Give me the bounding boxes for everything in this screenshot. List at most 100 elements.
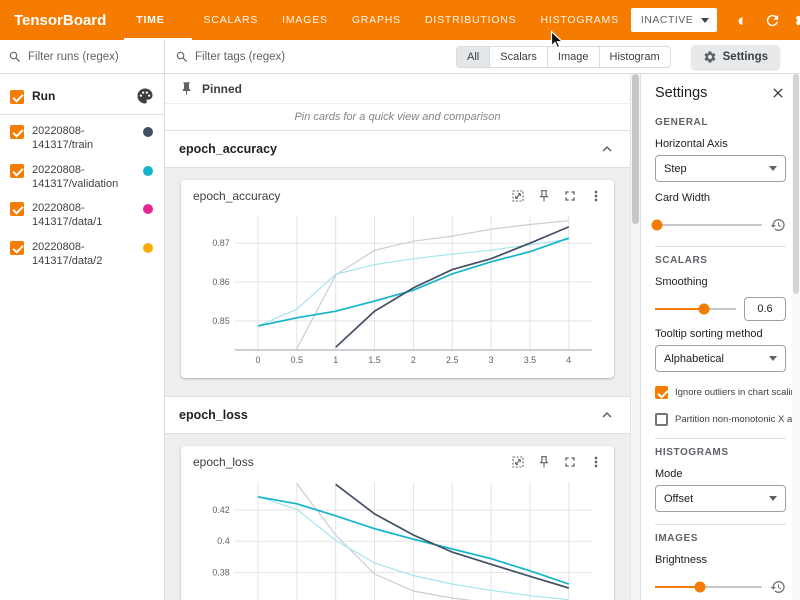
horizontal-axis-label: Horizontal Axis [655,138,786,150]
run-checkbox[interactable] [10,125,24,139]
ignore-outliers-row: Ignore outliers in chart scaling [655,385,786,399]
main-scrollbar[interactable] [630,74,640,600]
app-logo[interactable]: TensorBoard [0,12,124,29]
section-body-epoch-loss: epoch_loss 00.511.522.533.540.360.380.40… [165,434,630,600]
chevron-down-icon [769,356,777,361]
slider-thumb[interactable] [698,304,709,315]
tab-graphs[interactable]: GRAPHS [340,0,413,40]
reset-icon[interactable] [770,217,786,233]
histogram-mode-select[interactable]: Offset [655,485,786,512]
tooltip-sorting-label: Tooltip sorting method [655,328,786,340]
run-checkbox[interactable] [10,241,24,255]
filter-scalars-button[interactable]: Scalars [489,46,548,68]
run-label: 20220808-141317/train [32,124,134,153]
status-dropdown[interactable]: INACTIVE [631,8,717,32]
ignore-outliers-checkbox[interactable] [655,386,668,399]
fullscreen-icon[interactable] [562,188,578,204]
fit-domain-icon[interactable] [510,454,526,470]
tab-scalars[interactable]: SCALARS [192,0,271,40]
svg-text:3.5: 3.5 [524,355,536,365]
run-label: 20220808-141317/data/2 [32,240,134,269]
smoothing-slider[interactable] [655,308,736,310]
tooltip-sorting-select[interactable]: Alphabetical [655,345,786,372]
settings-panel: Settings GENERAL Horizontal Axis Step Ca… [640,74,800,600]
smoothing-value-input[interactable] [744,297,786,321]
gear-icon[interactable] [789,7,800,33]
refresh-icon[interactable] [759,7,785,33]
cards-area: Pinned Pin cards for a quick view and co… [165,74,630,600]
gear-icon [703,50,717,64]
run-label: 20220808-141317/data/1 [32,201,134,230]
chevron-down-icon [701,18,709,23]
filter-tags-input[interactable] [195,51,442,63]
card-width-control [655,216,786,234]
run-row-train[interactable]: 20220808-141317/train [0,119,164,158]
card-actions [510,454,604,470]
run-checkbox[interactable] [10,202,24,216]
chevron-up-icon[interactable] [598,406,616,424]
settings-title: Settings [655,85,707,101]
card-width-slider[interactable] [655,224,762,226]
images-section-label: IMAGES [655,533,786,544]
scrollbar-thumb[interactable] [632,74,639,224]
chart-card-epoch-loss: epoch_loss 00.511.522.533.540.360.380.40… [181,446,614,600]
pin-icon [179,81,194,96]
svg-text:3: 3 [489,355,494,365]
run-row-validation[interactable]: 20220808-141317/validation [0,158,164,197]
search-icon [8,50,22,64]
fullscreen-icon[interactable] [562,454,578,470]
close-icon[interactable] [770,85,786,101]
card-title: epoch_loss [193,455,510,469]
run-color-dot [142,126,154,138]
theme-toggle-icon[interactable]: ◐ [729,7,755,33]
pin-icon[interactable] [536,188,552,204]
slider-thumb[interactable] [694,582,705,593]
brightness-slider[interactable] [655,586,762,588]
chevron-up-icon[interactable] [598,140,616,158]
epoch-accuracy-chart[interactable]: 00.511.522.533.540.850.860.87 [189,210,606,370]
section-header-epoch-loss[interactable]: epoch_loss [165,397,630,434]
pin-icon[interactable] [536,454,552,470]
settings-scrollbar[interactable] [792,74,800,600]
run-color-dot [142,165,154,177]
more-vert-icon[interactable] [588,188,604,204]
svg-text:2: 2 [411,355,416,365]
run-row-data-2[interactable]: 20220808-141317/data/2 [0,235,164,274]
filter-all-button[interactable]: All [456,46,490,68]
settings-button[interactable]: Settings [691,45,780,69]
fit-domain-icon[interactable] [510,188,526,204]
pinned-title: Pinned [202,82,242,96]
slider-thumb[interactable] [652,220,663,231]
tab-images[interactable]: IMAGES [270,0,340,40]
svg-text:1: 1 [333,355,338,365]
scrollbar-thumb[interactable] [793,74,799,294]
tab-time-series[interactable]: TIME SERIES [124,0,191,40]
section-header-epoch-accuracy[interactable]: epoch_accuracy [165,131,630,168]
settings-panel-body: GENERAL Horizontal Axis Step Card Width … [641,117,800,600]
chevron-down-icon [769,166,777,171]
smoothing-label: Smoothing [655,276,786,288]
brightness-control [655,578,786,596]
filter-image-button[interactable]: Image [547,46,600,68]
reset-icon[interactable] [770,579,786,595]
search-icon [175,50,189,64]
partition-x-axis-checkbox[interactable] [655,413,668,426]
filter-runs-input[interactable] [28,51,156,63]
smoothing-control [655,300,786,318]
run-checkbox[interactable] [10,164,24,178]
header-actions: INACTIVE ◐ [631,7,800,33]
select-all-runs-checkbox[interactable] [10,90,24,104]
palette-icon[interactable] [136,87,154,105]
horizontal-axis-select[interactable]: Step [655,155,786,182]
epoch-loss-chart[interactable]: 00.511.522.533.540.360.380.40.42 [189,476,606,600]
pinned-hint: Pin cards for a quick view and compariso… [165,104,630,131]
more-vert-icon[interactable] [588,454,604,470]
tab-distributions[interactable]: DISTRIBUTIONS [413,0,529,40]
divider [0,114,164,115]
main-nav: TIME SERIES SCALARS IMAGES GRAPHS DISTRI… [124,0,631,40]
general-section-label: GENERAL [655,117,786,128]
run-row-data-1[interactable]: 20220808-141317/data/1 [0,196,164,235]
tab-histograms[interactable]: HISTOGRAMS [528,0,630,40]
filter-histogram-button[interactable]: Histogram [599,46,671,68]
divider [655,246,786,247]
